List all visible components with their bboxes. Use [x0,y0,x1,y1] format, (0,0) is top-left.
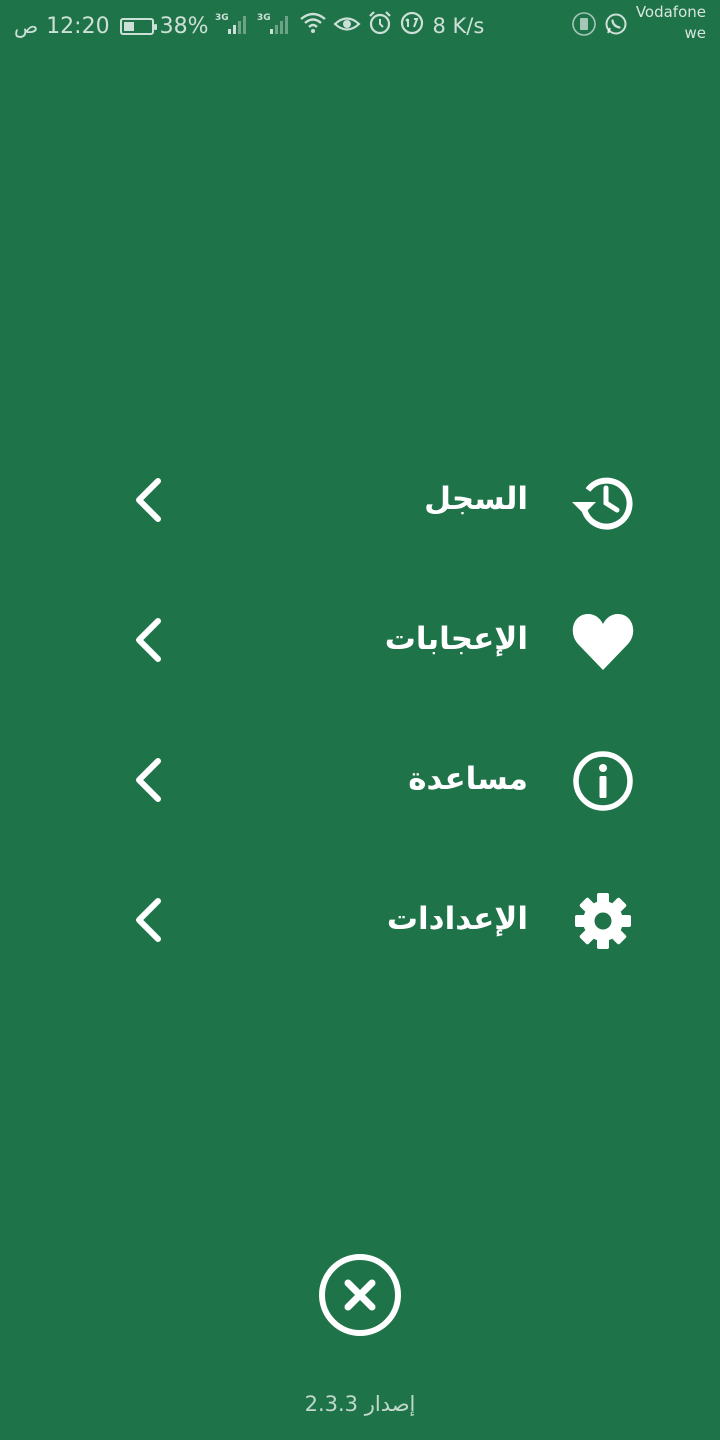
clock: 12:20 [46,13,110,39]
menu-item-settings[interactable]: الإعدادات [100,850,660,990]
status-bar-left: ص 12:20 38% 3G 3G 8 K/s [14,10,490,42]
info-icon [573,751,633,811]
chevron-left-icon [136,758,161,802]
battery-icon [119,17,157,35]
ampm-indicator: ص [14,14,39,38]
carrier-name: Vodafone [635,3,706,21]
eye-icon [332,11,361,41]
sim-card-icon [572,12,596,40]
heart-icon [572,614,634,670]
signal-3g-icon: 3G [215,10,251,42]
network-type-label-2: 3G [257,13,271,23]
carrier-label: Vodafone we [636,2,706,44]
chevron-left-icon [136,478,161,522]
alarm-icon [367,11,393,41]
chevron-left-icon [136,618,161,662]
app-version: إصدار 2.3.3 [304,1392,416,1416]
signal-3g-icon-2: 3G [257,10,293,42]
menu-item-label: الإعدادات [386,901,528,937]
menu-item-help[interactable]: مساعدة [100,710,660,850]
menu-item-history[interactable]: السجل [100,430,660,570]
chevron-left-icon [136,898,161,942]
wifi-icon [299,11,327,41]
menu-item-favorites[interactable]: الإعجابات [100,570,660,710]
carrier-sub: we [684,24,707,42]
close-button[interactable] [317,1252,403,1338]
menu-item-label: السجل [424,481,528,517]
status-bar: ص 12:20 38% 3G 3G 8 K/s Vodafone we [0,0,720,52]
data-saver-icon [399,10,425,42]
network-speed: 8 K/s [432,14,485,38]
gear-icon [575,893,631,949]
status-bar-right: Vodafone we [572,2,706,44]
whatsapp-icon [604,12,628,40]
history-icon [572,477,633,530]
network-type-label: 3G [215,13,229,23]
battery-level-fill [123,21,134,31]
menu-item-label: الإعجابات [384,621,528,657]
menu-item-label: مساعدة [408,761,528,797]
battery-percent: 38% [159,13,209,39]
